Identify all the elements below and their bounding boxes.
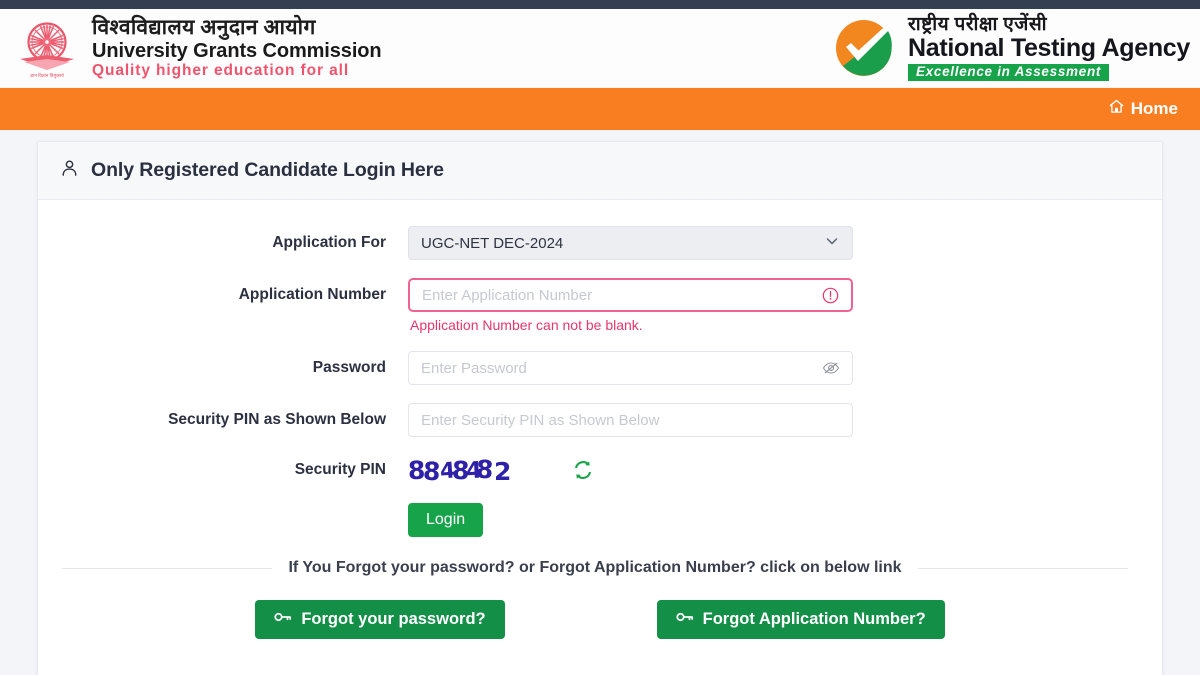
security-pin-input[interactable]: Enter Security PIN as Shown Below: [408, 403, 853, 437]
field-row-application-for: Application For UGC-NET DEC-2024: [38, 226, 1162, 260]
key-icon: [274, 610, 292, 629]
login-form: Application For UGC-NET DEC-2024 Applica…: [38, 200, 1162, 639]
nta-ribbon: Excellence in Assessment: [907, 63, 1110, 81]
ugc-brand: ज्ञान विज्ञान विमुक्तये विश्वविद्यालय अन…: [14, 15, 382, 81]
security-pin-input-label: Security PIN as Shown Below: [168, 411, 386, 428]
application-for-label: Application For: [272, 234, 386, 251]
application-for-select[interactable]: UGC-NET DEC-2024: [408, 226, 853, 260]
forgot-help-text: If You Forgot your password? or Forgot A…: [288, 559, 902, 576]
ugc-tagline: Quality higher education for all: [92, 62, 350, 80]
forgot-application-number-button[interactable]: Forgot Application Number?: [656, 600, 945, 639]
top-strip: [0, 0, 1200, 9]
site-header: ज्ञान विज्ञान विमुक्तये विश्वविद्यालय अन…: [0, 9, 1200, 88]
login-button[interactable]: Login: [408, 503, 484, 537]
home-icon: [1109, 99, 1124, 119]
login-card-header: Only Registered Candidate Login Here: [38, 142, 1162, 200]
application-number-input[interactable]: Enter Application Number: [408, 278, 853, 312]
login-card: Only Registered Candidate Login Here App…: [37, 141, 1163, 675]
field-row-password: Password Enter Password: [38, 351, 1162, 385]
application-number-placeholder: Enter Application Number: [422, 286, 593, 304]
ugc-english-title: University Grants Commission: [92, 39, 382, 62]
forgot-password-button[interactable]: Forgot your password?: [255, 600, 505, 639]
forgot-application-number-label: Forgot Application Number?: [702, 610, 926, 628]
eye-slash-icon[interactable]: [822, 360, 840, 376]
ugc-chakra-emblem: ज्ञान विज्ञान विमुक्तये: [14, 15, 80, 81]
ugc-hindi-title: विश्वविद्यालय अनुदान आयोग: [92, 15, 316, 40]
password-label: Password: [312, 359, 386, 376]
captcha-image: 8 8 4 8 4 8 2: [407, 454, 512, 487]
divider-line-left: [62, 567, 273, 569]
main-navbar: Home: [0, 88, 1200, 130]
security-pin-captcha-label: Security PIN: [294, 461, 386, 478]
ugc-text-block: विश्वविद्यालय अनुदान आयोग University Gra…: [92, 16, 382, 79]
chevron-down-icon: [824, 233, 840, 253]
password-placeholder: Enter Password: [421, 359, 527, 377]
field-row-security-pin-captcha: Security PIN 8 8 4 8 4 8 2: [38, 453, 1162, 487]
nta-hindi-title: राष्ट्रीय परीक्षा एजेंसी: [907, 14, 1048, 36]
nav-home-label: Home: [1130, 99, 1178, 118]
key-icon: [676, 610, 694, 629]
divider-line-right: [917, 567, 1128, 569]
login-spacer: [38, 499, 408, 507]
password-input[interactable]: Enter Password: [408, 351, 853, 385]
application-number-error: Application Number can not be blank.: [410, 317, 643, 333]
nav-home-link[interactable]: Home: [1109, 99, 1178, 119]
forgot-password-label: Forgot your password?: [301, 610, 486, 628]
nta-brand: राष्ट्रीय परीक्षा एजेंसी National Testin…: [830, 14, 1190, 81]
application-for-value: UGC-NET DEC-2024: [421, 234, 564, 252]
field-row-application-number: Application Number Enter Application Num…: [38, 278, 1162, 333]
login-card-title: Only Registered Candidate Login Here: [91, 159, 444, 181]
refresh-icon[interactable]: [572, 459, 594, 481]
security-pin-placeholder: Enter Security PIN as Shown Below: [421, 411, 660, 429]
exclamation-circle-icon: [822, 287, 839, 304]
application-number-label: Application Number: [238, 286, 386, 303]
page-root: ज्ञान विज्ञान विमुक्तये विश्वविद्यालय अन…: [0, 0, 1200, 675]
nta-text-block: राष्ट्रीय परीक्षा एजेंसी National Testin…: [907, 14, 1190, 81]
forgot-buttons-row: Forgot your password? Forgot Application…: [38, 600, 1162, 639]
user-icon: [60, 159, 79, 183]
forgot-help-divider: If You Forgot your password? or Forgot A…: [62, 559, 1128, 577]
svg-text:ज्ञान विज्ञान विमुक्तये: ज्ञान विज्ञान विमुक्तये: [30, 72, 64, 79]
nta-checkmark-logo: [830, 17, 898, 79]
nta-english-title: National Testing Agency: [907, 34, 1190, 63]
field-row-security-pin-input: Security PIN as Shown Below Enter Securi…: [38, 403, 1162, 437]
field-row-login: Login: [38, 499, 1162, 537]
